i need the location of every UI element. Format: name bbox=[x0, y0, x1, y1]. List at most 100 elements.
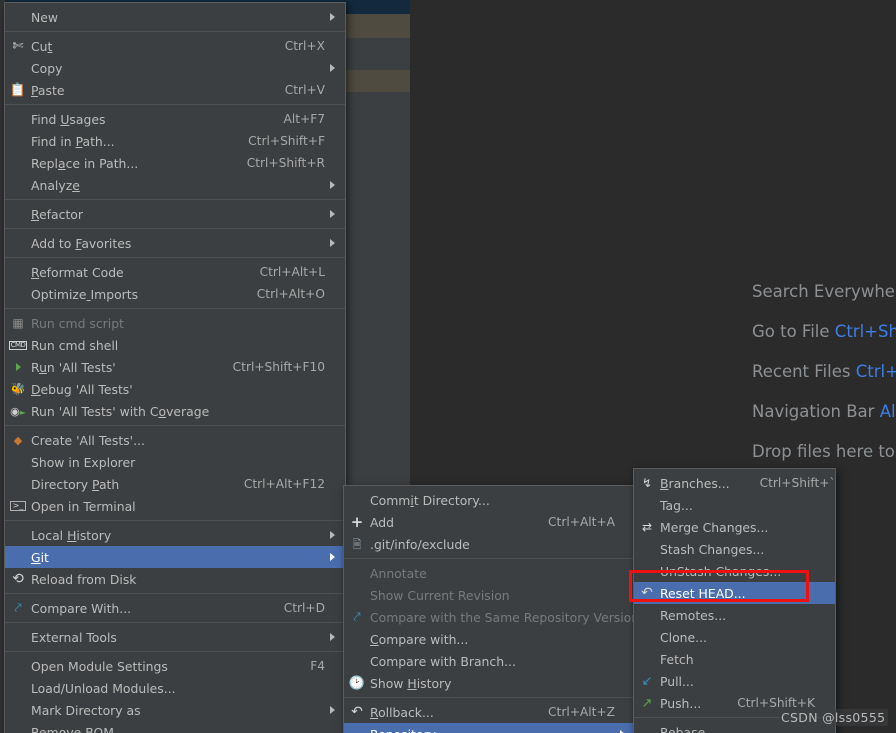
menu-item-cut[interactable]: ✄ Cut Ctrl+X bbox=[5, 35, 345, 57]
menu-item-reload-from-disk[interactable]: ⟲ Reload from Disk bbox=[5, 568, 345, 590]
menu-item-compare-with[interactable]: ⤤ Compare With... Ctrl+D bbox=[5, 597, 345, 619]
chevron-right-icon bbox=[325, 181, 339, 189]
menu-item-local-history[interactable]: Local History bbox=[5, 524, 345, 546]
menu-item-label: Run 'All Tests' with Coverage bbox=[31, 403, 210, 419]
menu-item-label: Cut bbox=[31, 38, 53, 54]
menu-item-stash-changes[interactable]: Stash Changes... bbox=[634, 538, 835, 560]
menu-item-add[interactable]: + Add Ctrl+Alt+A bbox=[344, 511, 635, 533]
menu-item-label: Repository bbox=[370, 727, 615, 733]
menu-item-icon-placeholder bbox=[5, 524, 31, 546]
menu-item-add-to-favorites[interactable]: Add to Favorites bbox=[5, 232, 345, 254]
menu-item-repository[interactable]: Repository bbox=[344, 723, 635, 733]
menu-item-label: Rollback... bbox=[370, 704, 434, 720]
menu-item-label: Replace in Path... bbox=[31, 155, 139, 171]
menu-item-open-module-settings[interactable]: Open Module Settings F4 bbox=[5, 655, 345, 677]
menu-item-directory-path[interactable]: Directory Path Ctrl+Alt+F12 bbox=[5, 473, 345, 495]
script-icon: ▦ bbox=[12, 316, 24, 330]
menu-item-rollback[interactable]: ↶ Rollback... Ctrl+Alt+Z bbox=[344, 701, 635, 723]
menu-item-compare-with-branch[interactable]: Compare with Branch... bbox=[344, 650, 635, 672]
menu-item-icon-placeholder bbox=[5, 451, 31, 473]
menu-item-clone[interactable]: Clone... bbox=[634, 626, 835, 648]
menu-item-icon-placeholder bbox=[344, 723, 370, 733]
menu-item-label: Compare with Branch... bbox=[370, 653, 516, 669]
menu-item-label: Show Current Revision bbox=[370, 587, 510, 603]
menu-item-run-all-tests[interactable]: Run 'All Tests' Ctrl+Shift+F10 bbox=[5, 356, 345, 378]
menu-item-optimize-imports[interactable]: Optimize Imports Ctrl+Alt+O bbox=[5, 283, 345, 305]
menu-item-label: Branches... bbox=[660, 475, 730, 491]
menu-item-icon-placeholder bbox=[344, 584, 370, 606]
menu-item-label: New bbox=[31, 9, 59, 25]
menu-item-show-in-explorer[interactable]: Show in Explorer bbox=[5, 451, 345, 473]
chevron-right-icon bbox=[325, 553, 339, 561]
project-context-menu[interactable]: New ✄ Cut Ctrl+X Copy 📋 Paste Ctrl+V Find Usages… bbox=[4, 2, 346, 733]
menu-item-shortcut: Ctrl+Shift+K bbox=[737, 696, 815, 710]
menu-item-external-tools[interactable]: External Tools bbox=[5, 626, 345, 648]
menu-item-copy[interactable]: Copy bbox=[5, 57, 345, 79]
menu-item-icon-placeholder bbox=[5, 203, 31, 225]
menu-item-merge-changes[interactable]: ⇄ Merge Changes... bbox=[634, 516, 835, 538]
hint-row-recent-files: Recent Files Ctrl+E bbox=[752, 352, 896, 392]
menu-item-shortcut: Ctrl+Alt+F12 bbox=[243, 477, 325, 491]
menu-item-icon-placeholder bbox=[5, 232, 31, 254]
menu-item-git-info-exclude[interactable]: 🗎 .git/info/exclude bbox=[344, 533, 635, 555]
menu-item-label: Refactor bbox=[31, 206, 83, 222]
git-submenu[interactable]: Commit Directory... + Add Ctrl+Alt+A 🗎 .git/i… bbox=[343, 485, 639, 733]
menu-item-icon-placeholder bbox=[634, 560, 660, 582]
menu-item-label: Fetch bbox=[660, 651, 694, 667]
debug-icon: 🐝 bbox=[10, 382, 26, 396]
menu-item-show-history[interactable]: 🕑 Show History bbox=[344, 672, 635, 694]
menu-item-label: Merge Changes... bbox=[660, 519, 769, 535]
menu-item-paste[interactable]: 📋 Paste Ctrl+V bbox=[5, 79, 345, 101]
menu-item-compare-with[interactable]: Compare with... bbox=[344, 628, 635, 650]
menu-item-pull[interactable]: ↙ Pull... bbox=[634, 670, 835, 692]
menu-separator bbox=[5, 31, 345, 32]
menu-item-branches[interactable]: ↯ Branches... Ctrl+Shift+` bbox=[634, 472, 836, 494]
menu-item-label: UnStash Changes... bbox=[660, 563, 782, 579]
ide-window: Search Everywhere Double Shift Go to Fil… bbox=[0, 0, 896, 733]
menu-item-mark-directory-as[interactable]: Mark Directory as bbox=[5, 699, 345, 721]
csdn-watermark: CSDN @lss0555 bbox=[778, 709, 889, 726]
menu-item-reformat-code[interactable]: Reformat Code Ctrl+Alt+L bbox=[5, 261, 345, 283]
menu-item-icon-placeholder bbox=[5, 152, 31, 174]
menu-separator bbox=[5, 651, 345, 652]
menu-item-label: Optimize Imports bbox=[31, 286, 139, 302]
history-clock-icon: 🕑 bbox=[348, 675, 366, 691]
menu-item-label: Remotes... bbox=[660, 607, 727, 623]
menu-item-debug-all-tests[interactable]: 🐝 Debug 'All Tests' bbox=[5, 378, 345, 400]
menu-item-shortcut: F4 bbox=[310, 659, 325, 673]
menu-item-run-all-tests-with-coverage[interactable]: ◉► Run 'All Tests' with Coverage bbox=[5, 400, 345, 422]
menu-item-run-cmd-script: ▦ Run cmd script bbox=[5, 312, 345, 334]
menu-item-git[interactable]: Git bbox=[5, 546, 345, 568]
menu-item-tag[interactable]: Tag... bbox=[634, 494, 835, 516]
menu-item-reset-head[interactable]: ↶ Reset HEAD... bbox=[634, 582, 835, 604]
menu-item-label: Pull... bbox=[660, 673, 694, 689]
menu-item-label: Reformat Code bbox=[31, 264, 124, 280]
menu-item-label: Directory Path bbox=[31, 476, 120, 492]
menu-item-find-in-path[interactable]: Find in Path... Ctrl+Shift+F bbox=[5, 130, 345, 152]
menu-item-new[interactable]: New bbox=[5, 6, 345, 28]
menu-item-replace-in-path[interactable]: Replace in Path... Ctrl+Shift+R bbox=[5, 152, 345, 174]
menu-item-create-all-tests[interactable]: ◆ Create 'All Tests'... bbox=[5, 429, 345, 451]
menu-item-analyze[interactable]: Analyze bbox=[5, 174, 345, 196]
menu-item-label: .git/info/exclude bbox=[370, 536, 470, 552]
menu-item-refactor[interactable]: Refactor bbox=[5, 203, 345, 225]
chevron-right-icon bbox=[325, 64, 339, 72]
menu-item-remove-bom[interactable]: Remove BOM bbox=[5, 721, 345, 733]
menu-item-open-in-terminal[interactable]: >_ Open in Terminal bbox=[5, 495, 345, 517]
menu-item-label: Load/Unload Modules... bbox=[31, 680, 176, 696]
menu-item-shortcut: Ctrl+V bbox=[284, 83, 325, 97]
repository-submenu[interactable]: ↯ Branches... Ctrl+Shift+` Tag... ⇄ Merge Cha… bbox=[633, 468, 836, 733]
menu-item-find-usages[interactable]: Find Usages Alt+F7 bbox=[5, 108, 345, 130]
menu-item-run-cmd-shell[interactable]: CMD Run cmd shell bbox=[5, 334, 345, 356]
menu-item-load-unload-modules[interactable]: Load/Unload Modules... bbox=[5, 677, 345, 699]
hint-row-navigation-bar: Navigation Bar Alt+Home bbox=[752, 392, 896, 432]
menu-item-commit-directory[interactable]: Commit Directory... bbox=[344, 489, 635, 511]
menu-item-fetch[interactable]: Fetch bbox=[634, 648, 835, 670]
hint-shortcut: Alt+Home bbox=[879, 402, 896, 421]
menu-separator bbox=[5, 104, 345, 105]
menu-item-remotes[interactable]: Remotes... bbox=[634, 604, 835, 626]
menu-item-label: Open Module Settings bbox=[31, 658, 168, 674]
exclude-file-icon: 🗎 bbox=[352, 537, 362, 551]
menu-item-unstash-changes[interactable]: UnStash Changes... bbox=[634, 560, 835, 582]
menu-item-label: Copy bbox=[31, 60, 63, 76]
